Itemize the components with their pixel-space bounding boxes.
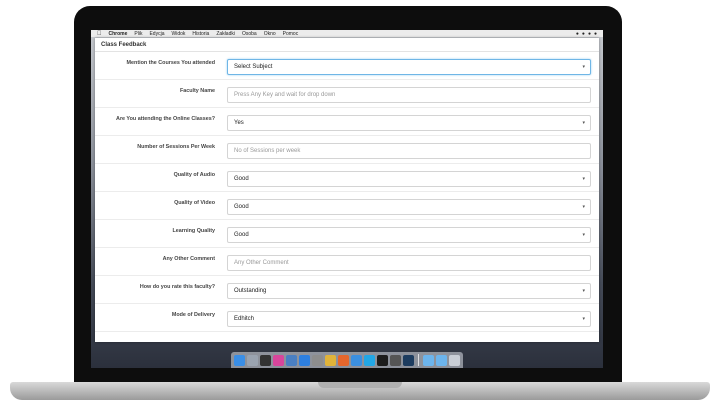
chevron-down-icon: ▾ — [582, 232, 585, 238]
field-label: Mode of Delivery — [171, 312, 215, 318]
menu-item-help[interactable]: Pomoc — [283, 31, 299, 37]
form-row: Any Other Comment Any Other Comment — [95, 248, 599, 276]
photoshop-icon[interactable] — [403, 354, 414, 366]
skype-icon[interactable] — [364, 354, 375, 366]
folder-icon[interactable] — [423, 354, 434, 366]
laptop-notch — [318, 382, 402, 388]
selected-value: Good — [234, 176, 249, 182]
select-field[interactable]: Outstanding ▾ — [227, 283, 591, 299]
menu-item-file[interactable]: Plik — [134, 31, 142, 37]
dock — [231, 352, 463, 368]
menu-item-edit[interactable]: Edycja — [149, 31, 164, 37]
safari-icon[interactable] — [351, 354, 362, 366]
downloads-icon[interactable] — [436, 354, 447, 366]
browser-window: Class Feedback Mention the Courses You a… — [95, 38, 599, 342]
globe-icon[interactable] — [286, 354, 297, 366]
dock-separator — [418, 354, 419, 366]
chevron-down-icon: ▾ — [582, 316, 585, 322]
form-row: Number of Sessions Per Week No of Session… — [95, 136, 599, 164]
input-placeholder: No of Sessions per week — [234, 148, 301, 154]
trash-icon[interactable] — [449, 354, 460, 366]
chevron-down-icon: ▾ — [582, 64, 585, 70]
menu-item-people[interactable]: Osoba — [242, 31, 257, 37]
status-icon[interactable]: ● — [576, 31, 579, 37]
field-label: Mention the Courses You attended — [126, 60, 215, 66]
menu-item-bookmarks[interactable]: Zakładki — [216, 31, 235, 37]
menu-item-view[interactable]: Widok — [171, 31, 185, 37]
feedback-form: Mention the Courses You attended Select S… — [95, 52, 599, 332]
field-label: Number of Sessions Per Week — [137, 144, 215, 150]
select-field[interactable]: Yes ▾ — [227, 115, 591, 131]
menu-item-window[interactable]: Okno — [264, 31, 276, 37]
selected-value: Yes — [234, 120, 244, 126]
field-label: Any Other Comment — [162, 256, 215, 262]
text-input[interactable]: Press Any Key and wait for drop down — [227, 87, 591, 103]
page-title: Class Feedback — [95, 38, 599, 52]
select-field[interactable]: Edhitch ▾ — [227, 311, 591, 327]
settings-icon[interactable] — [312, 354, 323, 366]
form-row: Quality of Video Good ▾ — [95, 192, 599, 220]
select-field[interactable]: Good ▾ — [227, 227, 591, 243]
field-label: Learning Quality — [172, 228, 215, 234]
form-row: Are You attending the Online Classes? Yes… — [95, 108, 599, 136]
menu-item-history[interactable]: Historia — [192, 31, 209, 37]
form-row: Faculty Name Press Any Key and wait for d… — [95, 80, 599, 108]
launchpad-icon[interactable] — [247, 354, 258, 366]
screen:  Chrome Plik Edycja Widok Historia Zakł… — [91, 30, 603, 368]
form-row: Mode of Delivery Edhitch ▾ — [95, 304, 599, 332]
itunes-icon[interactable] — [273, 354, 284, 366]
field-label: Quality of Audio — [173, 172, 215, 178]
selected-value: Good — [234, 232, 249, 238]
field-label: Are You attending the Online Classes? — [116, 116, 215, 122]
chrome-icon[interactable] — [325, 354, 336, 366]
chevron-down-icon: ▾ — [582, 120, 585, 126]
menu-status-icons: ● ● ● ● — [576, 31, 603, 37]
menu-app-name[interactable]: Chrome — [109, 31, 128, 37]
field-label: Quality of Video — [174, 200, 215, 206]
chevron-down-icon: ▾ — [582, 176, 585, 182]
dvd-icon[interactable] — [260, 354, 271, 366]
app-icon[interactable] — [390, 354, 401, 366]
form-row: How do you rate this faculty? Outstanding… — [95, 276, 599, 304]
laptop-frame:  Chrome Plik Edycja Widok Historia Zakł… — [0, 0, 720, 405]
status-icon[interactable]: ● — [594, 31, 597, 37]
form-row: Learning Quality Good ▾ — [95, 220, 599, 248]
select-field[interactable]: Good ▾ — [227, 171, 591, 187]
app-store-icon[interactable] — [299, 354, 310, 366]
text-input[interactable]: No of Sessions per week — [227, 143, 591, 159]
select-field[interactable]: Select Subject ▾ — [227, 59, 591, 75]
menu-bar:  Chrome Plik Edycja Widok Historia Zakł… — [91, 30, 603, 37]
firefox-icon[interactable] — [338, 354, 349, 366]
select-field[interactable]: Good ▾ — [227, 199, 591, 215]
terminal-icon[interactable] — [377, 354, 388, 366]
selected-value: Outstanding — [234, 288, 267, 294]
input-placeholder: Press Any Key and wait for drop down — [234, 92, 336, 98]
chevron-down-icon: ▾ — [582, 204, 585, 210]
status-icon[interactable]: ● — [588, 31, 591, 37]
field-label: How do you rate this faculty? — [139, 284, 215, 290]
selected-value: Select Subject — [234, 64, 273, 70]
text-input[interactable]: Any Other Comment — [227, 255, 591, 271]
chevron-down-icon: ▾ — [582, 288, 585, 294]
apple-menu-icon[interactable]:  — [97, 31, 102, 37]
selected-value: Edhitch — [234, 316, 255, 322]
form-row: Quality of Audio Good ▾ — [95, 164, 599, 192]
input-placeholder: Any Other Comment — [234, 260, 289, 266]
selected-value: Good — [234, 204, 249, 210]
finder-icon[interactable] — [234, 354, 245, 366]
status-icon[interactable]: ● — [582, 31, 585, 37]
field-label: Faculty Name — [179, 88, 215, 94]
form-row: Mention the Courses You attended Select S… — [95, 52, 599, 80]
